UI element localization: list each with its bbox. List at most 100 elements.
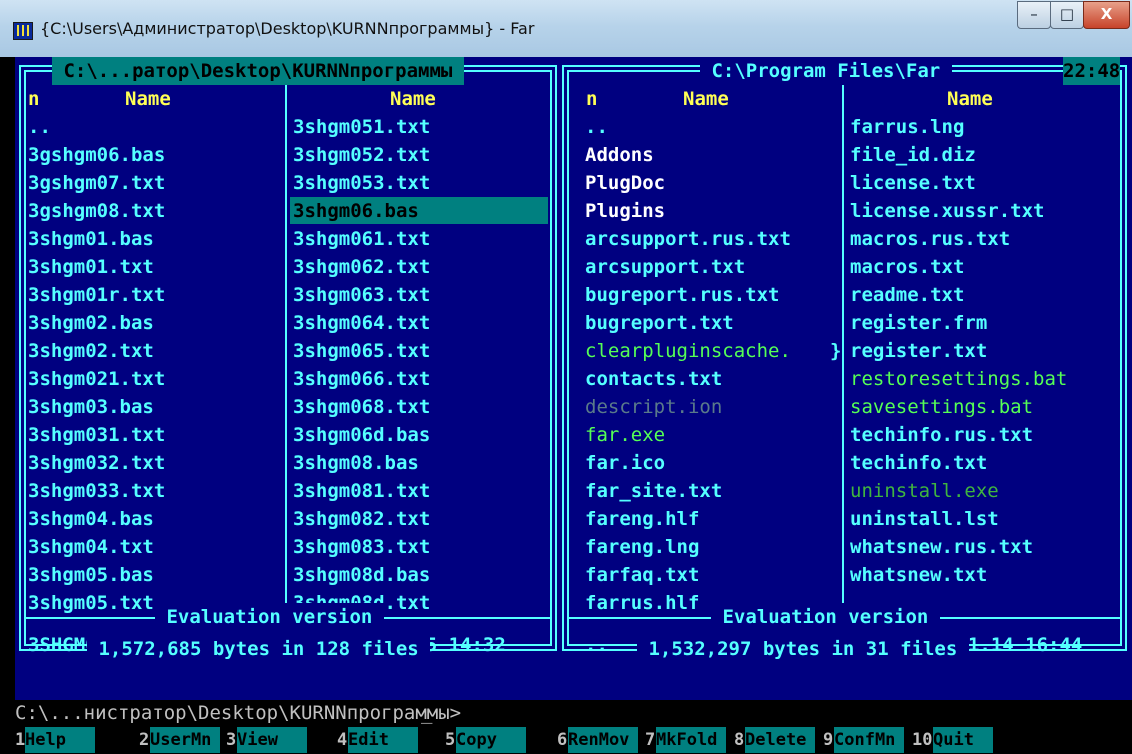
file-item[interactable]: far.exe (585, 421, 665, 449)
fkey-quit[interactable]: Quit (933, 727, 993, 753)
file-item[interactable]: 3shgm04.bas (28, 505, 154, 533)
file-item[interactable]: techinfo.rus.txt (850, 421, 1033, 449)
file-item[interactable]: 3shgm021.txt (28, 365, 165, 393)
file-item[interactable]: 3shgm032.txt (28, 449, 165, 477)
file-item[interactable]: 3shgm06d.bas (293, 421, 430, 449)
file-item[interactable]: 3shgm052.txt (293, 141, 430, 169)
file-item[interactable]: 3shgm051.txt (293, 113, 430, 141)
fkey-confmn[interactable]: ConfMn (834, 727, 904, 753)
file-item[interactable]: far_site.txt (585, 477, 722, 505)
file-item[interactable]: 3shgm081.txt (293, 477, 430, 505)
file-item[interactable]: 3shgm064.txt (293, 309, 430, 337)
file-item[interactable]: fareng.lng (585, 533, 699, 561)
right-column-n-header[interactable]: n (586, 85, 597, 113)
file-item[interactable]: 3shgm01.txt (28, 253, 154, 281)
file-item[interactable]: 3shgm04.txt (28, 533, 154, 561)
fkey-number: 10 (912, 730, 933, 750)
file-item[interactable]: restoresettings.bat (850, 365, 1067, 393)
file-item[interactable]: bugreport.txt (585, 309, 734, 337)
file-item[interactable]: macros.rus.txt (850, 225, 1010, 253)
left-panel-path[interactable]: C:\...ратор\Desktop\KURNNпрограммы (52, 57, 464, 85)
file-item[interactable]: fareng.hlf (585, 505, 699, 533)
file-item[interactable]: contacts.txt (585, 365, 722, 393)
file-item[interactable]: uninstall.exe (850, 477, 999, 505)
file-item[interactable]: descript.ion (585, 393, 722, 421)
file-item-selected[interactable]: 3shgm06.bas (293, 197, 419, 225)
file-item[interactable]: 3shgm05.txt (28, 589, 154, 617)
left-column-n-header[interactable]: n (28, 85, 39, 113)
fkey-help[interactable]: Help (25, 727, 95, 753)
right-summary: 1,532,297 bytes in 31 files (637, 635, 969, 663)
file-item[interactable]: 3shgm068.txt (293, 393, 430, 421)
file-item[interactable]: uninstall.lst (850, 505, 999, 533)
right-frame-line (1125, 65, 1127, 651)
file-item[interactable]: 3gshgm08.txt (28, 197, 165, 225)
fkey-number: 9 (823, 730, 834, 750)
clock: 22:48 (1063, 57, 1121, 85)
file-item[interactable]: arcsupport.txt (585, 253, 745, 281)
file-item[interactable]: arcsupport.rus.txt (585, 225, 791, 253)
folder-item[interactable]: Addons (585, 141, 654, 169)
file-item[interactable]: bugreport.rus.txt (585, 281, 779, 309)
fkey-edit[interactable]: Edit (348, 727, 418, 753)
file-item[interactable]: techinfo.txt (850, 449, 987, 477)
file-item[interactable]: 3shgm082.txt (293, 505, 430, 533)
fkey-renmov[interactable]: RenMov (568, 727, 638, 753)
file-item[interactable]: whatsnew.rus.txt (850, 533, 1033, 561)
folder-item[interactable]: PlugDoc (585, 169, 665, 197)
file-item[interactable]: farfaq.txt (585, 561, 699, 589)
file-item[interactable]: 3shgm08.bas (293, 449, 419, 477)
file-item[interactable]: 3shgm01.bas (28, 225, 154, 253)
close-icon[interactable]: X (1083, 1, 1130, 29)
file-item[interactable]: readme.txt (850, 281, 964, 309)
fkey-number: 5 (445, 730, 456, 750)
file-item[interactable]: register.frm (850, 309, 987, 337)
file-item[interactable]: 3shgm061.txt (293, 225, 430, 253)
file-item[interactable]: whatsnew.txt (850, 561, 987, 589)
file-item[interactable]: clearpluginscache. (585, 337, 791, 365)
maximize-icon[interactable]: □ (1050, 1, 1084, 29)
file-item[interactable]: license.xussr.txt (850, 197, 1044, 225)
file-item[interactable]: macros.txt (850, 253, 964, 281)
file-item[interactable]: 3shgm063.txt (293, 281, 430, 309)
command-line[interactable]: C:\...нистратор\Desktop\KURNNпрограммы> … (15, 700, 1132, 727)
file-item[interactable]: .. (585, 113, 608, 141)
left-column-name-header[interactable]: Name (125, 85, 171, 113)
file-item[interactable]: 3shgm03.bas (28, 393, 154, 421)
file-item[interactable]: 3shgm033.txt (28, 477, 165, 505)
file-item[interactable]: farrus.lng (850, 113, 964, 141)
file-item[interactable]: 3shgm053.txt (293, 169, 430, 197)
file-item[interactable]: savesettings.bat (850, 393, 1033, 421)
file-item[interactable]: 3shgm031.txt (28, 421, 165, 449)
left-column2-name-header[interactable]: Name (390, 85, 436, 113)
right-panel-path[interactable]: C:\Program Files\Far (700, 57, 952, 85)
minimize-icon[interactable]: – (1017, 1, 1051, 29)
far-console: C:\...ратор\Desktop\KURNNпрограммы n Nam… (15, 57, 1132, 754)
file-item[interactable]: 3shgm02.txt (28, 337, 154, 365)
right-column-name-header[interactable]: Name (683, 85, 729, 113)
file-item[interactable]: 3shgm01r.txt (28, 281, 165, 309)
file-item[interactable]: 3shgm065.txt (293, 337, 430, 365)
file-item[interactable]: 3shgm02.bas (28, 309, 154, 337)
file-item[interactable]: 3shgm062.txt (293, 253, 430, 281)
file-item[interactable]: register.txt (850, 337, 987, 365)
fkey-view[interactable]: View (237, 727, 307, 753)
file-item[interactable]: 3gshgm07.txt (28, 169, 165, 197)
file-item[interactable]: farrus.hlf (585, 589, 699, 617)
fkey-usermn[interactable]: UserMn (150, 727, 220, 753)
file-item[interactable]: file_id.diz (850, 141, 976, 169)
fkey-copy[interactable]: Copy (456, 727, 526, 753)
fkey-delete[interactable]: Delete (745, 727, 815, 753)
file-item[interactable]: 3shgm066.txt (293, 365, 430, 393)
file-item[interactable]: 3shgm05.bas (28, 561, 154, 589)
file-item[interactable]: .. (28, 113, 51, 141)
title-bar: {C:\Users\Администратор\Desktop\KURNNпро… (0, 0, 1132, 57)
file-item[interactable]: license.txt (850, 169, 976, 197)
fkey-mkfold[interactable]: MkFold (656, 727, 726, 753)
file-item[interactable]: 3shgm083.txt (293, 533, 430, 561)
file-item[interactable]: 3gshgm06.bas (28, 141, 165, 169)
right-column2-name-header[interactable]: Name (947, 85, 993, 113)
file-item[interactable]: far.ico (585, 449, 665, 477)
folder-item[interactable]: Plugins (585, 197, 665, 225)
file-item[interactable]: 3shgm08d.bas (293, 561, 430, 589)
